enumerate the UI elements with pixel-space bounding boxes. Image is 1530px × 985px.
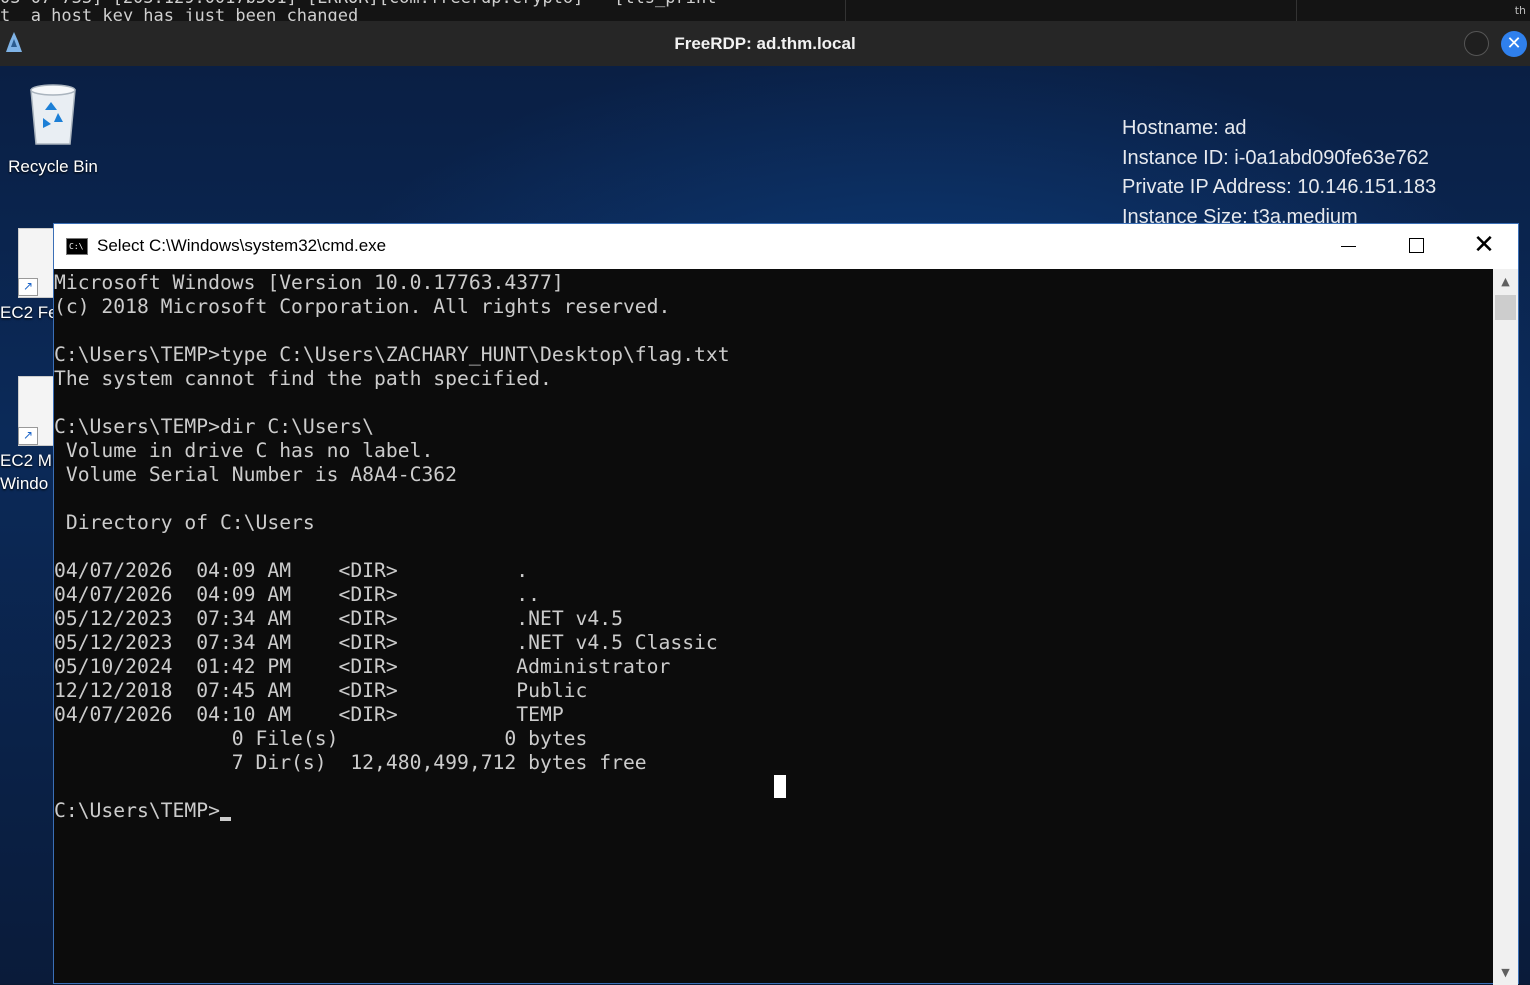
host-terminal-fragment: th [1514,4,1526,17]
ec2-feedback-label: EC2 Fe [0,303,58,322]
recycle-bin-label: Recycle Bin [8,157,98,176]
pane-divider [845,0,846,21]
text-cursor [219,817,231,821]
host-terminal-line: t a host key has just been changed [0,6,359,21]
bginfo-instance-id: Instance ID: i-0a1abd090fe63e762 [1122,146,1429,169]
maximize-button[interactable] [1382,224,1450,269]
desktop-icon-recycle-bin[interactable]: Recycle Bin [0,76,106,177]
shortcut-arrow-icon: ↗ [18,278,38,296]
console-text: Microsoft Windows [Version 10.0.17763.43… [54,269,1493,823]
vertical-scrollbar[interactable]: ▲ ▼ [1493,269,1518,985]
cmd-window-title: Select C:\Windows\system32\cmd.exe [97,236,387,255]
host-terminal-strip: 03-07-733] [203:129:0017b501] [ERROR][co… [0,0,1530,21]
rdp-close-button[interactable]: ✕ [1501,31,1527,57]
scroll-down-button[interactable]: ▼ [1493,961,1518,985]
rdp-titlebar[interactable]: FreeRDP: ad.thm.local ✕ [0,21,1530,66]
console-history: Microsoft Windows [Version 10.0.17763.43… [54,271,730,774]
ec2-windows-label-line1: EC2 Mi [0,451,56,470]
close-button[interactable]: ✕ [1450,224,1518,269]
cmd-titlebar[interactable]: C:\ Select C:\Windows\system32\cmd.exe ✕ [54,224,1518,269]
pane-divider [1296,0,1297,21]
rdp-window-title: FreeRDP: ad.thm.local [674,34,856,53]
mouse-ibeam-cursor [774,775,786,798]
cmd-app-icon: C:\ [66,238,88,255]
rdp-minimize-button[interactable] [1464,31,1489,56]
recycle-bin-icon [30,84,76,145]
cmd-window[interactable]: C:\ Select C:\Windows\system32\cmd.exe ✕… [53,223,1519,985]
console-prompt: C:\Users\TEMP> [54,799,220,822]
ec2-windows-label-line2: Windo [0,474,49,493]
console-output-area[interactable]: Microsoft Windows [Version 10.0.17763.43… [54,269,1493,985]
bginfo-panel: Hostname: ad Instance ID: i-0a1abd090fe6… [1122,114,1436,232]
scroll-thumb[interactable] [1495,295,1516,320]
bginfo-private-ip: Private IP Address: 10.146.151.183 [1122,176,1437,198]
shortcut-arrow-icon: ↗ [18,427,38,445]
minimize-button[interactable] [1314,224,1382,269]
scroll-up-button[interactable]: ▲ [1493,269,1518,293]
bginfo-hostname: Hostname: ad [1122,117,1247,139]
